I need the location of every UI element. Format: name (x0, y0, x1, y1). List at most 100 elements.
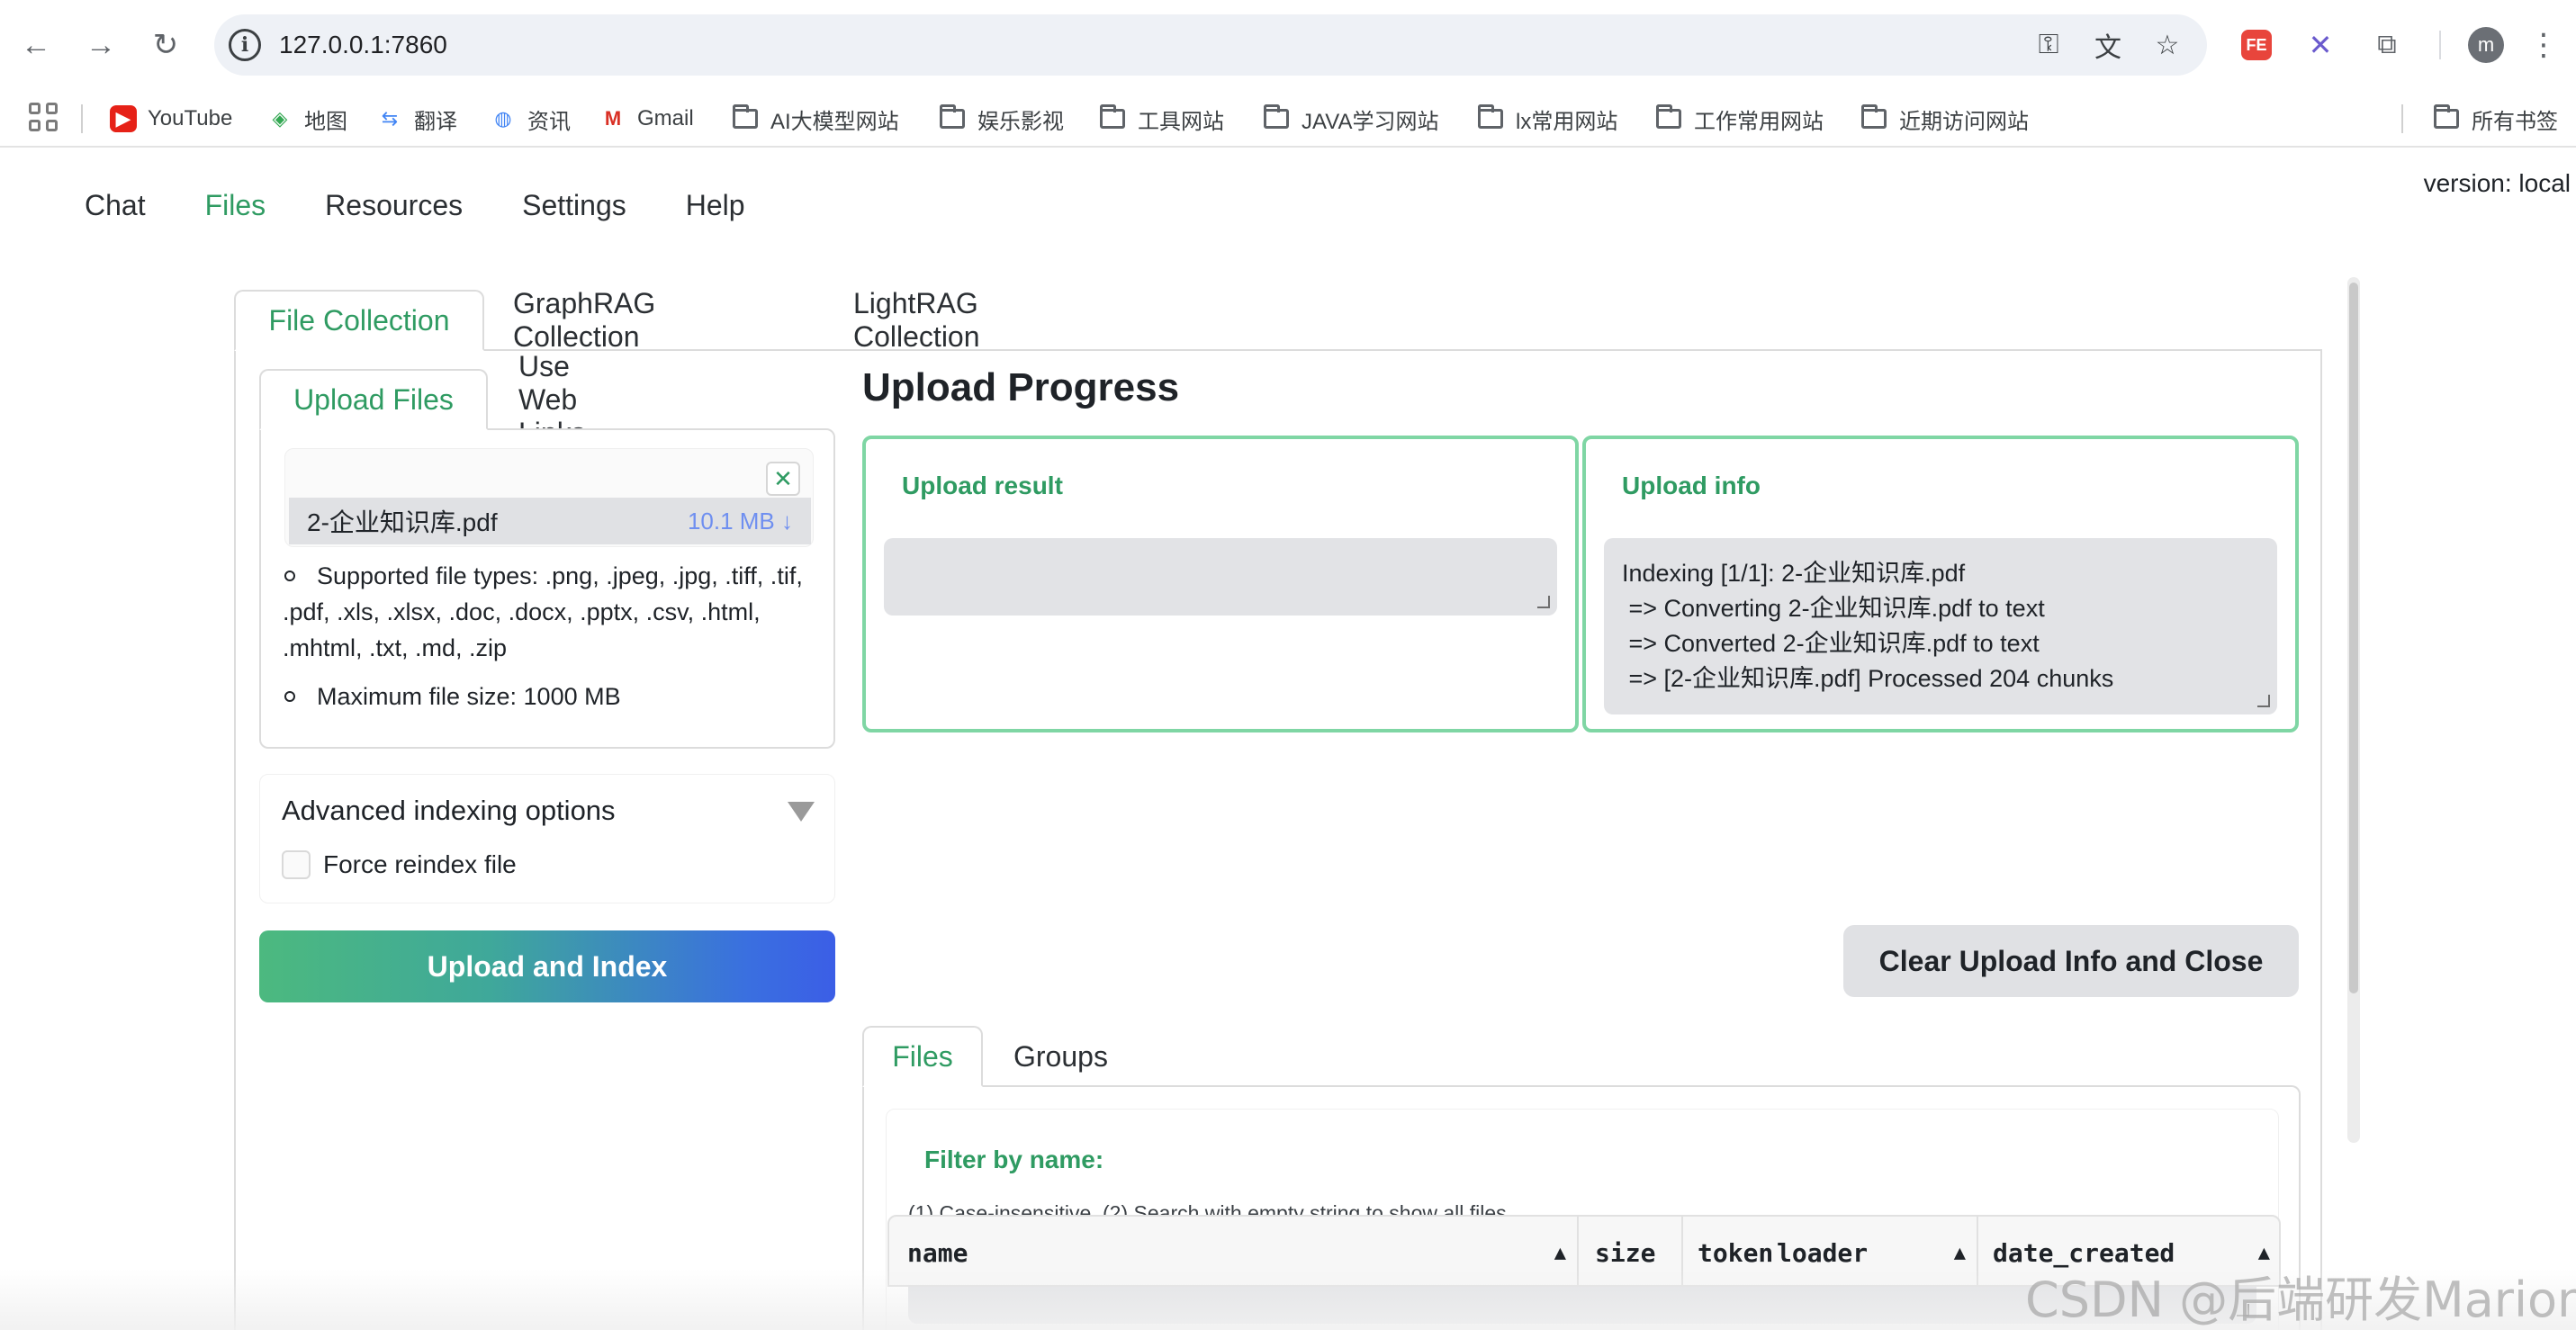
caret-down-icon[interactable] (788, 802, 815, 822)
bookmark-folder-work[interactable]: 工作常用网站 (1656, 101, 1824, 137)
upload-result-box: Upload result (862, 436, 1579, 732)
tab-file-collection[interactable]: File Collection (234, 290, 484, 351)
folder-icon (1861, 104, 1887, 129)
max-size-hint: Maximum file size: 1000 MB (283, 678, 823, 714)
uploaded-file-row: 2-企业知识库.pdf 10.1 MB ↓ (289, 498, 811, 544)
nav-tab-files[interactable]: Files (205, 189, 266, 222)
column-token-text: token (1698, 1237, 1774, 1268)
bookmark-label: 地图 (304, 109, 347, 134)
force-reindex-checkbox[interactable] (282, 850, 311, 879)
resize-handle-icon[interactable] (1537, 596, 1550, 608)
file-collection-panel: Upload Files Use Web Links ✕ 2-企业知识库.pdf… (234, 349, 2322, 1330)
version-label: version: local (2423, 169, 2571, 197)
tab-groups[interactable]: Groups (1013, 1026, 1108, 1087)
upload-progress-title: Upload Progress (862, 365, 1180, 409)
bookmark-folder-lx[interactable]: lx常用网站 (1478, 101, 1617, 137)
reload-icon[interactable]: ↻ (144, 23, 187, 67)
upload-info-box: Upload info Indexing [1/1]: 2-企业知识库.pdf … (1582, 436, 2299, 732)
uploaded-file-size[interactable]: 10.1 MB ↓ (688, 508, 793, 535)
bullet-icon (284, 570, 295, 581)
sort-arrow-icon[interactable]: ▲ (1954, 1242, 1966, 1264)
browser-menu-icon[interactable]: ⋮ (2528, 25, 2559, 65)
sort-arrow-icon[interactable]: ▲ (1554, 1242, 1566, 1264)
bookmark-folder-recent[interactable]: 近期访问网站 (1861, 101, 2029, 137)
translate-icon: ⇆ (381, 107, 399, 130)
clear-upload-info-button[interactable]: Clear Upload Info and Close (1843, 925, 2299, 997)
folder-icon (1100, 104, 1125, 129)
bullet-icon (284, 690, 295, 702)
bookmark-news[interactable]: ◍ 资讯 (490, 101, 571, 137)
translate-page-icon[interactable]: 文 (2090, 27, 2126, 63)
bookmarks-bar: ▶ YouTube ◈ 地图 ⇆ 翻译 ◍ 资讯 M Gmail AI大模型网站… (0, 90, 2576, 148)
force-reindex-label[interactable]: Force reindex file (323, 850, 517, 879)
password-key-icon[interactable]: ⚿ (2031, 27, 2067, 63)
supported-types-text: Supported file types: .png, .jpeg, .jpg,… (283, 562, 803, 661)
nav-tab-chat[interactable]: Chat (85, 189, 146, 222)
profile-avatar[interactable]: m (2468, 27, 2504, 63)
upload-info-label: Upload info (1622, 472, 1761, 499)
tab-use-web-links[interactable]: Use Web Links (518, 350, 586, 449)
bookmark-label: 资讯 (527, 109, 571, 134)
site-info-icon[interactable]: i (229, 29, 261, 61)
upload-result-textarea[interactable] (884, 538, 1557, 616)
x-extension-icon[interactable]: ✕ (2301, 25, 2340, 65)
tab-files[interactable]: Files (862, 1026, 983, 1087)
bookmark-folder-entertainment[interactable]: 娱乐影视 (940, 101, 1064, 137)
upload-info-textarea[interactable]: Indexing [1/1]: 2-企业知识库.pdf => Convertin… (1604, 538, 2277, 714)
file-upload-area[interactable]: ✕ 2-企业知识库.pdf 10.1 MB ↓ Supported file t… (259, 428, 835, 749)
all-bookmarks-label: 所有书签 (2472, 109, 2558, 134)
app-root: Chat Files Resources Settings Help versi… (0, 149, 2576, 1330)
nav-tab-settings[interactable]: Settings (522, 189, 626, 222)
upload-result-label: Upload result (902, 472, 1063, 499)
apps-grid-icon[interactable] (29, 103, 58, 131)
bookmark-label: Gmail (637, 106, 694, 130)
extensions-puzzle-icon[interactable]: ⧉ (2367, 25, 2407, 65)
folder-icon (940, 104, 965, 129)
advanced-indexing-title[interactable]: Advanced indexing options (282, 795, 616, 827)
bookmark-maps[interactable]: ◈ 地图 (266, 101, 347, 137)
uploaded-file-card: ✕ 2-企业知识库.pdf 10.1 MB ↓ (284, 448, 814, 547)
bookmark-star-icon[interactable]: ☆ (2149, 27, 2185, 63)
supported-types-hint: Supported file types: .png, .jpeg, .jpg,… (283, 558, 823, 666)
column-size-text: size (1595, 1237, 1656, 1268)
bookmark-label: 翻译 (414, 109, 457, 134)
upload-hints: Supported file types: .png, .jpeg, .jpg,… (283, 558, 823, 727)
advanced-indexing-accordion[interactable]: Advanced indexing options Force reindex … (259, 774, 835, 903)
address-bar[interactable]: i 127.0.0.1:7860 ⚿ 文 ☆ (214, 14, 2207, 76)
bookmark-label: AI大模型网站 (770, 109, 899, 134)
toolbar-divider (2439, 31, 2441, 59)
bookmark-label: JAVA学习网站 (1302, 109, 1439, 134)
all-bookmarks[interactable]: 所有书签 (2434, 101, 2558, 137)
remove-file-close-icon[interactable]: ✕ (766, 462, 800, 496)
back-arrow-icon[interactable]: ← (14, 23, 58, 67)
bookmark-label: lx常用网站 (1516, 109, 1618, 134)
url-text[interactable]: 127.0.0.1:7860 (279, 14, 447, 76)
bookmarks-divider (81, 104, 83, 133)
tab-graphrag-collection[interactable]: GraphRAG Collection (513, 287, 655, 353)
fe-extension-icon[interactable]: FE (2241, 30, 2272, 60)
bookmark-label: 娱乐影视 (977, 109, 1064, 134)
tab-upload-files[interactable]: Upload Files (259, 369, 488, 430)
bookmark-folder-ai[interactable]: AI大模型网站 (733, 101, 899, 137)
column-name-text: name (907, 1237, 968, 1268)
folder-icon (1264, 104, 1289, 129)
bookmark-folder-tools[interactable]: 工具网站 (1100, 101, 1224, 137)
maps-icon: ◈ (272, 107, 288, 130)
bookmark-gmail[interactable]: M Gmail (599, 101, 694, 137)
bookmark-folder-java[interactable]: JAVA学习网站 (1264, 101, 1438, 137)
upload-and-index-button[interactable]: Upload and Index (259, 930, 835, 1002)
nav-tab-help[interactable]: Help (686, 189, 745, 222)
folder-icon (1656, 104, 1681, 129)
forward-arrow-icon[interactable]: → (79, 23, 122, 67)
nav-tab-resources[interactable]: Resources (325, 189, 463, 222)
column-loader-text: loader (1777, 1237, 1869, 1268)
bookmark-youtube[interactable]: ▶ YouTube (110, 101, 232, 137)
browser-toolbar: ← → ↻ i 127.0.0.1:7860 ⚿ 文 ☆ FE ✕ ⧉ m ⋮ (0, 0, 2576, 90)
scrollbar-thumb[interactable] (2349, 283, 2358, 993)
resize-handle-icon[interactable] (2257, 695, 2270, 707)
tab-lightrag-collection[interactable]: LightRAG Collection (853, 287, 980, 353)
upload-info-text: Indexing [1/1]: 2-企业知识库.pdf => Convertin… (1622, 560, 2114, 692)
bookmark-translate[interactable]: ⇆ 翻译 (376, 101, 457, 137)
bookmark-label: YouTube (148, 106, 233, 130)
main-nav: Chat Files Resources Settings Help (85, 189, 745, 222)
